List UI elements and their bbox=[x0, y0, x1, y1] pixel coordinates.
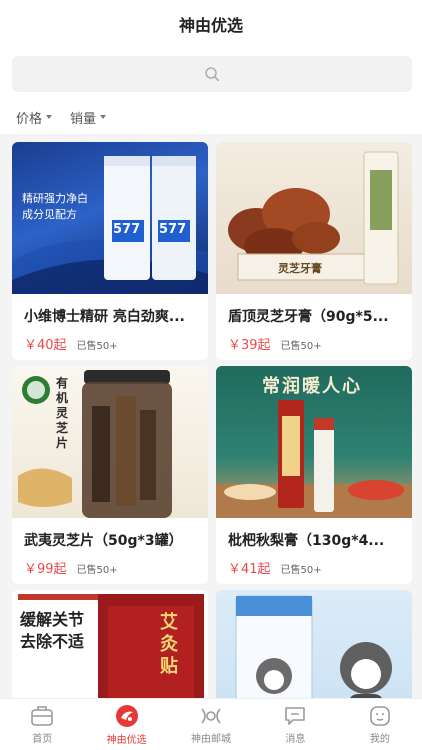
product-card[interactable]: 灵芝牙膏 盾顶灵芝牙膏（90g*5... ￥39起 已售50+ bbox=[216, 142, 412, 360]
product-sold-count: 已售50+ bbox=[76, 565, 118, 576]
image-caption: 精研强力净白 bbox=[22, 192, 88, 205]
product-name: 盾顶灵芝牙膏（90g*5... bbox=[228, 309, 389, 325]
search-bar bbox=[0, 48, 422, 100]
product-price: ￥99起 bbox=[24, 562, 67, 577]
product-meta: ￥40起 已售50+ bbox=[12, 326, 208, 353]
product-image: 灵芝牙膏 bbox=[216, 142, 412, 294]
product-card[interactable]: 常润暖人心 枇杷秋梨膏（130g*4... ￥41起 已售50+ bbox=[216, 366, 412, 584]
app-header: 神由优选 bbox=[0, 0, 422, 48]
image-caption: 有机灵芝片 bbox=[56, 376, 69, 450]
chevron-down-icon bbox=[46, 115, 53, 119]
product-price: ￥41起 bbox=[228, 562, 271, 577]
lingzhi-jar-illustration bbox=[18, 370, 172, 518]
filter-bar: 价格 销量 bbox=[0, 100, 422, 134]
product-image: 有机灵芝片 bbox=[12, 366, 208, 518]
tab-home-label: 首页 bbox=[32, 733, 53, 745]
product-card[interactable]: 有机灵芝片 武夷灵芝片（50g*3罐） ￥99起 已售50+ bbox=[12, 366, 208, 584]
tab-shenyou-select[interactable]: 神由优选 bbox=[84, 699, 168, 750]
image-caption: 成分见配方 bbox=[22, 208, 77, 221]
filter-price-label: 价格 bbox=[16, 111, 43, 127]
product-price: ￥40起 bbox=[24, 338, 67, 353]
search-input[interactable] bbox=[12, 56, 412, 92]
image-caption: 577 bbox=[113, 222, 141, 237]
product-price: ￥39起 bbox=[228, 338, 271, 353]
tab-shenyou-mall[interactable]: 神由邮城 bbox=[169, 699, 253, 750]
image-caption: 缓解关节 bbox=[20, 610, 85, 629]
tab-messages[interactable]: 消息 bbox=[253, 699, 337, 750]
search-icon bbox=[205, 67, 220, 82]
product-name: 武夷灵芝片（50g*3罐） bbox=[24, 533, 183, 549]
tab-shenyou-select-label: 神由优选 bbox=[106, 734, 147, 746]
page-title: 神由优选 bbox=[178, 16, 243, 35]
bottom-tab-bar: 首页 神由优选 神由邮城 消息 我的 bbox=[0, 698, 422, 750]
profile-icon bbox=[370, 705, 390, 726]
image-caption: 灵芝牙膏 bbox=[278, 262, 322, 275]
image-caption: 常润暖人心 bbox=[262, 376, 362, 397]
tab-profile[interactable]: 我的 bbox=[338, 699, 422, 750]
shenyou-logo-icon bbox=[115, 704, 138, 727]
message-icon bbox=[285, 706, 306, 725]
tab-messages-label: 消息 bbox=[285, 733, 306, 745]
product-meta: ￥99起 已售50+ bbox=[12, 550, 208, 577]
filter-sales-label: 销量 bbox=[70, 111, 97, 127]
image-caption: 577 bbox=[159, 222, 187, 237]
product-sold-count: 已售50+ bbox=[280, 341, 322, 352]
filter-sales[interactable]: 销量 bbox=[70, 108, 107, 127]
tab-profile-label: 我的 bbox=[369, 733, 390, 745]
tab-home[interactable]: 首页 bbox=[0, 699, 84, 750]
product-image: 常润暖人心 bbox=[216, 366, 412, 518]
mall-icon bbox=[201, 707, 221, 724]
product-sold-count: 已售50+ bbox=[76, 341, 118, 352]
product-name: 小维博士精研 亮白劲爽... bbox=[24, 309, 185, 325]
product-meta: ￥39起 已售50+ bbox=[216, 326, 412, 353]
chevron-down-icon bbox=[100, 115, 107, 119]
product-sold-count: 已售50+ bbox=[280, 565, 322, 576]
product-meta: ￥41起 已售50+ bbox=[216, 550, 412, 577]
product-name: 枇杷秋梨膏（130g*4... bbox=[228, 533, 385, 549]
image-caption: 艾灸贴 bbox=[160, 612, 178, 677]
home-icon bbox=[31, 705, 54, 726]
filter-price[interactable]: 价格 bbox=[16, 108, 53, 127]
product-card[interactable]: 精研强力净白 成分见配方 577 577 小维博士精研 亮白劲爽... ￥40起… bbox=[12, 142, 208, 360]
image-caption: 去除不适 bbox=[20, 632, 85, 651]
tab-shenyou-mall-label: 神由邮城 bbox=[191, 733, 232, 745]
product-image: 精研强力净白 成分见配方 577 577 bbox=[12, 142, 208, 294]
